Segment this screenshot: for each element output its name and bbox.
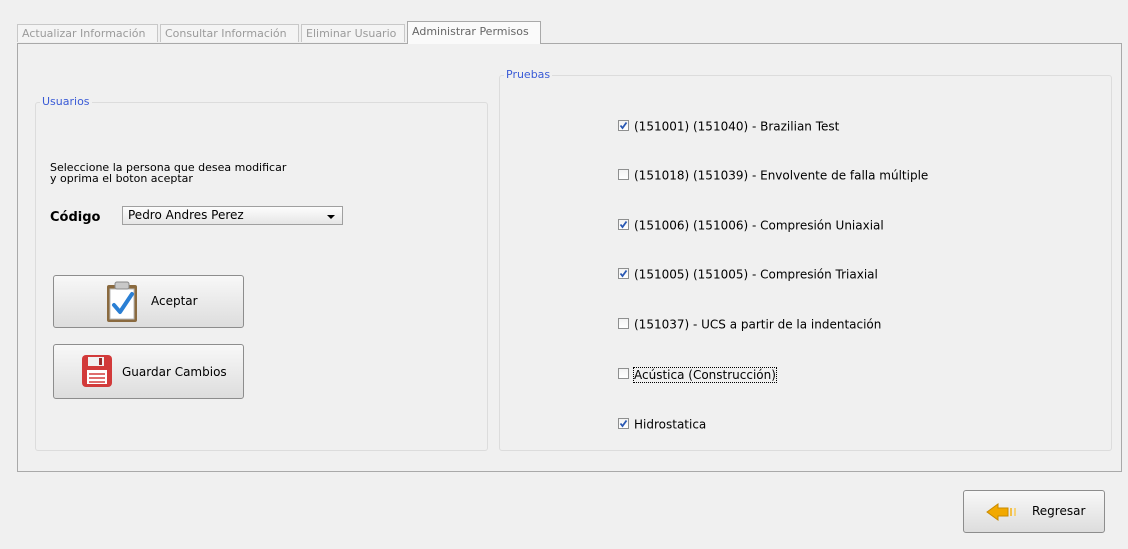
- chevron-down-icon: [327, 215, 335, 219]
- permission-checkbox-brazilian-test[interactable]: (151001) (151040) - Brazilian Test: [618, 119, 840, 134]
- permission-checkbox-compresion-uniaxial[interactable]: (151006) (151006) - Compresión Uniaxial: [618, 218, 884, 233]
- checkbox-label: Acústica (Construcción): [633, 366, 777, 383]
- tab-administrar-permisos[interactable]: Administrar Permisos: [407, 21, 541, 44]
- permission-checkbox-envolvente-falla[interactable]: (151018) (151039) - Envolvente de falla …: [618, 168, 929, 183]
- back-button-label: Regresar: [1032, 504, 1086, 518]
- pruebas-groupbox: Pruebas (151001) (151040) - Brazilian Te…: [499, 68, 1112, 451]
- checkbox-label: (151005) (151005) - Compresión Triaxial: [634, 267, 878, 282]
- checkbox-checked-icon[interactable]: [618, 120, 629, 131]
- pruebas-legend: Pruebas: [504, 68, 553, 81]
- checkbox-checked-icon[interactable]: [618, 219, 629, 230]
- permission-checkbox-hidrostatica[interactable]: Hidrostatica: [618, 417, 707, 432]
- usuarios-legend: Usuarios: [40, 95, 92, 108]
- codigo-select[interactable]: Pedro Andres Perez: [122, 206, 343, 225]
- tab-consultar-informacion[interactable]: Consultar Información: [160, 24, 299, 42]
- checkbox-label: (151018) (151039) - Envolvente de falla …: [634, 168, 929, 183]
- codigo-select-value: Pedro Andres Perez: [128, 208, 244, 222]
- tab-eliminar-usuario[interactable]: Eliminar Usuario: [301, 24, 405, 42]
- codigo-label: Código: [50, 210, 101, 225]
- usuarios-groupbox: Usuarios Seleccione la persona que desea…: [35, 95, 488, 451]
- save-changes-button[interactable]: Guardar Cambios: [53, 344, 244, 399]
- checkbox-label: Hidrostatica: [634, 417, 707, 432]
- checkbox-label: (151006) (151006) - Compresión Uniaxial: [634, 218, 884, 233]
- tab-panel-administrar-permisos: Usuarios Seleccione la persona que desea…: [17, 43, 1122, 472]
- arrow-left-icon: [986, 503, 1016, 521]
- checkbox-unchecked-icon[interactable]: [618, 318, 629, 329]
- checkbox-label: (151001) (151040) - Brazilian Test: [634, 119, 840, 134]
- checkbox-label: (151037) - UCS a partir de la indentació…: [634, 317, 882, 332]
- permission-checkbox-acustica[interactable]: Acústica (Construcción): [618, 366, 777, 383]
- instruction-line-2: y oprima el boton aceptar: [50, 172, 193, 185]
- back-button[interactable]: Regresar: [963, 490, 1105, 533]
- tab-actualizar-informacion[interactable]: Actualizar Información: [17, 24, 158, 42]
- accept-button-label: Aceptar: [151, 294, 198, 308]
- floppy-disk-icon: [82, 355, 112, 387]
- checkbox-checked-icon[interactable]: [618, 268, 629, 279]
- accept-button[interactable]: Aceptar: [53, 275, 244, 328]
- permission-checkbox-compresion-triaxial[interactable]: (151005) (151005) - Compresión Triaxial: [618, 267, 878, 282]
- clipboard-check-icon: [107, 281, 137, 322]
- checkbox-unchecked-icon[interactable]: [618, 368, 629, 379]
- instruction-text: Seleccione la persona que desea modifica…: [50, 162, 286, 184]
- save-changes-label: Guardar Cambios: [122, 365, 227, 379]
- permission-checkbox-ucs-indentacion[interactable]: (151037) - UCS a partir de la indentació…: [618, 317, 882, 332]
- checkbox-checked-icon[interactable]: [618, 418, 629, 429]
- checkbox-unchecked-icon[interactable]: [618, 169, 629, 180]
